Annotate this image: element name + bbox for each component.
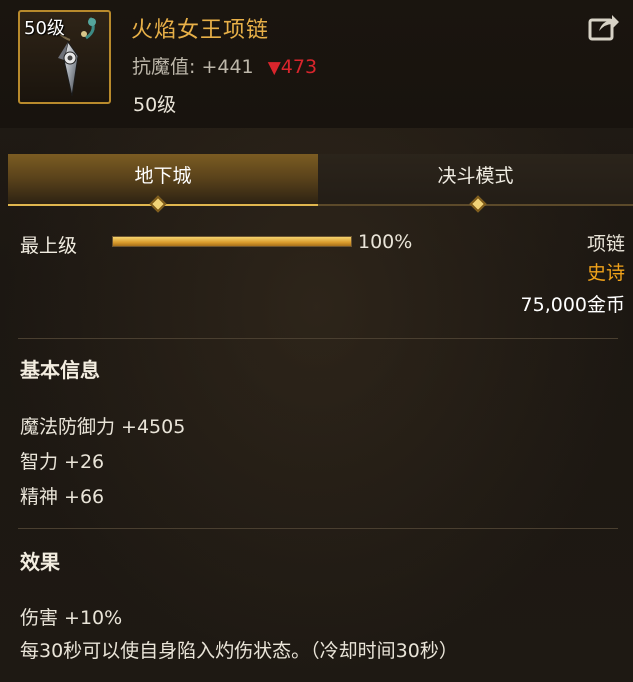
- upgrade-percent: 100%: [358, 231, 413, 253]
- item-header: 50级 火焰女王项链 抗魔值: +441 ▼473 50级: [0, 0, 633, 128]
- stat-value: +441: [201, 56, 254, 78]
- tab-dungeon[interactable]: 地下城: [8, 154, 318, 206]
- basic-stat-line: 魔法防御力 +4505: [20, 416, 186, 438]
- effects-title: 效果: [20, 550, 60, 574]
- item-price: 75,000金币: [520, 294, 625, 316]
- item-name: 火焰女王项链: [131, 18, 270, 43]
- basic-info-title: 基本信息: [20, 358, 100, 382]
- compare-value: 473: [280, 56, 318, 78]
- divider: [18, 528, 618, 529]
- item-slot-type: 项链: [586, 233, 625, 255]
- item-tooltip-panel: 50级 火焰女王项链 抗魔值: +441 ▼473 50级 地下城 决斗模式 最…: [0, 0, 633, 682]
- share-arrow-icon[interactable]: [588, 12, 620, 42]
- mode-tabs: 地下城 决斗模式: [8, 154, 633, 213]
- upgrade-progress-bar: [112, 236, 352, 247]
- magic-resist-stat: 抗魔值: +441 ▼473: [132, 52, 317, 79]
- upgrade-progress-fill: [113, 237, 351, 246]
- basic-stat-line: 智力 +26: [20, 451, 105, 473]
- effect-line: 每30秒可以使自身陷入灼伤状态。（冷却时间30秒）: [20, 640, 458, 662]
- required-level: 50级: [133, 94, 177, 116]
- stat-label: 抗魔值:: [132, 56, 196, 78]
- upgrade-label: 最上级: [20, 235, 78, 257]
- item-level-badge: 50级: [24, 18, 65, 39]
- down-arrow-icon: ▼: [267, 58, 281, 78]
- effect-line: 伤害 +10%: [20, 607, 123, 629]
- item-rarity: 史诗: [586, 262, 625, 284]
- basic-stat-line: 精神 +66: [20, 486, 105, 508]
- item-icon-frame[interactable]: 50级: [18, 10, 111, 104]
- divider: [18, 338, 618, 339]
- stat-compare: ▼473: [268, 56, 317, 78]
